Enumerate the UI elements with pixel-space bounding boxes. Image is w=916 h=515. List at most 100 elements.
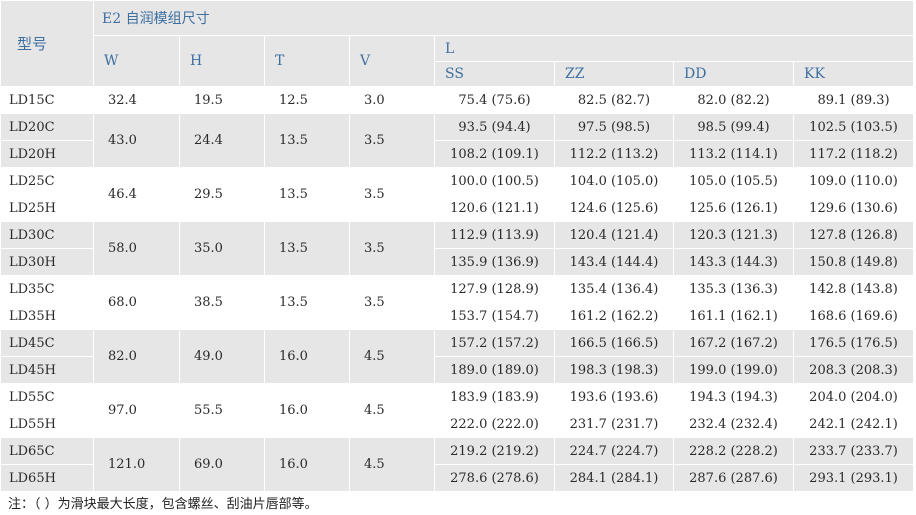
dim-v-cell: 4.5 [349,329,435,384]
dim-t-cell: 16.0 [264,437,350,492]
l-kk-cell: 127.8 (126.8) [792,221,915,249]
table-row: LD20C 43.0 24.4 13.5 3.5 93.5 (94.4) 97.5 (98.… [0,113,915,168]
l-kk-cell: 208.3 (208.3) [792,356,915,384]
dim-h-cell: 35.0 [179,221,265,276]
model-cell: LD35H [0,302,94,330]
table-row: LD55C 97.0 55.5 16.0 4.5 183.9 (183.9) 193.6 (… [0,383,915,438]
l-kk-cell: 89.1 (89.3) [792,86,915,114]
l-kk-cell: 150.8 (149.8) [792,248,915,276]
model-cell: LD65C [0,437,94,465]
l-ss-cell: 278.6 (278.6) [434,464,555,492]
l-ss-cell: 219.2 (219.2) [434,437,555,465]
l-kk-cell: 168.6 (169.6) [792,302,915,330]
dim-w-cell: 43.0 [93,113,180,168]
model-cell: LD30C [0,221,94,249]
dim-t-cell: 13.5 [264,113,350,168]
l-ss-cell: 135.9 (136.9) [434,248,555,276]
dim-w-cell: 121.0 [93,437,180,492]
l-zz-cell: 284.1 (284.1) [554,464,674,492]
dim-w-cell: 68.0 [93,275,180,330]
l-zz-cell: 124.6 (125.6) [554,194,674,222]
l-kk-cell: 117.2 (118.2) [792,140,915,168]
l-kk-cell: 102.5 (103.5) [792,113,915,141]
table-row: LD15C 32.4 19.5 12.5 3.0 75.4 (75.6) 82.5 (82.… [0,86,915,114]
l-kk-cell: 233.7 (233.7) [792,437,915,465]
l-ss-cell: 93.5 (94.4) [434,113,555,141]
col-header-l: L [433,35,915,62]
dim-h-cell: 19.5 [179,86,265,114]
model-cell: LD25H [0,194,94,222]
model-cell: LD30H [0,248,94,276]
l-zz-cell: 166.5 (166.5) [554,329,674,357]
l-ss-cell: 153.7 (154.7) [434,302,555,330]
l-dd-cell: 167.2 (167.2) [673,329,794,357]
l-ss-cell: 112.9 (113.9) [434,221,555,249]
l-zz-cell: 143.4 (144.4) [554,248,674,276]
l-zz-cell: 193.6 (193.6) [554,383,674,411]
l-kk-cell: 176.5 (176.5) [792,329,915,357]
l-ss-cell: 108.2 (109.1) [434,140,555,168]
footnote: 注：（ ）为滑块最大长度，包含螺丝、刮油片唇部等。 [8,497,318,512]
dim-w-cell: 58.0 [93,221,180,276]
col-header-dd: DD [673,61,794,87]
dim-v-cell: 4.5 [349,437,435,492]
table-row: LD65C 121.0 69.0 16.0 4.5 219.2 (219.2) 224.7 … [0,437,915,492]
dim-h-cell: 69.0 [179,437,265,492]
l-ss-cell: 120.6 (121.1) [434,194,555,222]
l-dd-cell: 161.1 (162.1) [673,302,794,330]
l-dd-cell: 120.3 (121.3) [673,221,794,249]
l-zz-cell: 97.5 (98.5) [554,113,674,141]
table-row: LD25C 46.4 29.5 13.5 3.5 100.0 (100.5) 104.0 (… [0,167,915,222]
model-cell: LD15C [0,86,94,114]
l-kk-cell: 109.0 (110.0) [792,167,915,195]
l-dd-cell: 105.0 (105.5) [673,167,794,195]
dim-v-cell: 3.5 [349,167,435,222]
l-zz-cell: 135.4 (136.4) [554,275,674,303]
l-ss-cell: 222.0 (222.0) [434,410,555,438]
model-cell: LD55C [0,383,94,411]
l-zz-cell: 198.3 (198.3) [554,356,674,384]
l-zz-cell: 120.4 (121.4) [554,221,674,249]
l-kk-cell: 293.1 (293.1) [792,464,915,492]
dim-t-cell: 13.5 [264,167,350,222]
dim-h-cell: 38.5 [179,275,265,330]
dim-w-cell: 82.0 [93,329,180,384]
l-dd-cell: 98.5 (99.4) [673,113,794,141]
l-kk-cell: 242.1 (242.1) [792,410,915,438]
dim-t-cell: 16.0 [264,329,350,384]
l-ss-cell: 157.2 (157.2) [434,329,555,357]
l-zz-cell: 82.5 (82.7) [554,86,674,114]
dim-v-cell: 3.5 [349,275,435,330]
model-cell: LD35C [0,275,94,303]
l-dd-cell: 228.2 (228.2) [673,437,794,465]
dim-w-cell: 32.4 [93,86,180,114]
group-title: E2 自润模组尺寸 [92,0,915,36]
col-header-ss: SS [434,61,555,87]
l-dd-cell: 287.6 (287.6) [673,464,794,492]
dim-w-cell: 97.0 [93,383,180,438]
l-ss-cell: 189.0 (189.0) [434,356,555,384]
l-kk-cell: 129.6 (130.6) [792,194,915,222]
l-kk-cell: 142.8 (143.8) [792,275,915,303]
dim-t-cell: 16.0 [264,383,350,438]
model-cell: LD45H [0,356,94,384]
col-header-kk: KK [792,61,915,87]
l-zz-cell: 112.2 (113.2) [554,140,674,168]
l-zz-cell: 104.0 (105.0) [554,167,674,195]
col-header-h: H [179,35,265,87]
dim-w-cell: 46.4 [93,167,180,222]
l-zz-cell: 224.7 (224.7) [554,437,674,465]
model-cell: LD65H [0,464,94,492]
l-kk-cell: 204.0 (204.0) [792,383,915,411]
col-header-v: V [349,35,435,87]
col-header-zz: ZZ [554,61,674,87]
dim-h-cell: 29.5 [179,167,265,222]
dim-v-cell: 3.0 [349,86,435,114]
dimension-table: 型号 E2 自润模组尺寸 W H T V L SS ZZ DD KK LD15C… [0,0,915,492]
l-ss-cell: 75.4 (75.6) [434,86,555,114]
l-zz-cell: 161.2 (162.2) [554,302,674,330]
table-row: LD45C 82.0 49.0 16.0 4.5 157.2 (157.2) 166.5 (… [0,329,915,384]
l-dd-cell: 135.3 (136.3) [673,275,794,303]
model-cell: LD45C [0,329,94,357]
dim-t-cell: 13.5 [264,275,350,330]
